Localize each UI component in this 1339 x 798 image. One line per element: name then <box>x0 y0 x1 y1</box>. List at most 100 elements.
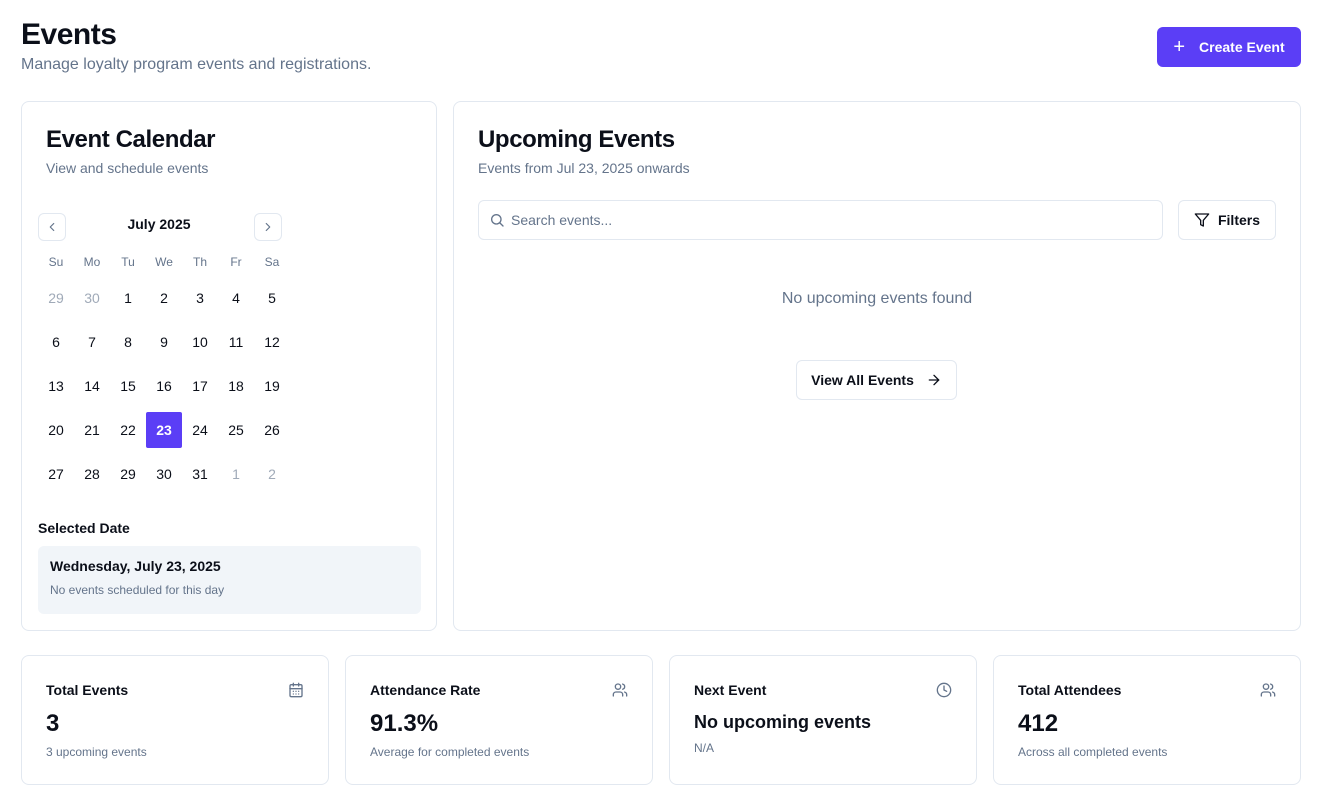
weekday-label: Th <box>192 255 207 269</box>
calendar-day[interactable]: 25 <box>218 412 254 448</box>
stat-label: Attendance Rate <box>370 682 481 698</box>
view-all-label: View All Events <box>811 372 914 388</box>
stat-note: Average for completed events <box>370 745 530 759</box>
calendar-day[interactable]: 16 <box>146 368 182 404</box>
calendar-day[interactable]: 3 <box>182 280 218 316</box>
calendar-day-selected[interactable]: 23 <box>146 412 182 448</box>
calendar-icon <box>288 682 304 703</box>
weekday-header-row: Su Mo Tu We Th Fr Sa <box>38 252 290 272</box>
empty-state-text: No upcoming events found <box>781 290 973 307</box>
calendar-day[interactable]: 30 <box>146 456 182 492</box>
page-subtitle: Manage loyalty program events and regist… <box>21 56 372 73</box>
calendar-grid: Su Mo Tu We Th Fr Sa 29 30 1 2 3 4 5 6 7 8 9 10 11 12 13 14 15… <box>38 252 290 492</box>
search-input[interactable] <box>511 212 1162 228</box>
view-all-events-button[interactable]: View All Events <box>796 360 957 400</box>
calendar-day[interactable]: 14 <box>74 368 110 404</box>
filters-label: Filters <box>1217 212 1260 228</box>
chevron-right-icon <box>265 222 271 232</box>
weekday-label: Mo <box>83 255 101 269</box>
calendar-subtitle: View and schedule events <box>46 160 209 176</box>
selected-date-panel: Wednesday, July 23, 2025 No events sched… <box>38 546 421 614</box>
clock-icon <box>936 682 952 703</box>
calendar-week-row: 29 30 1 2 3 4 5 <box>38 280 290 316</box>
stat-label: Next Event <box>694 682 767 698</box>
stat-value: 3 <box>46 710 60 737</box>
stat-label: Total Attendees <box>1018 682 1122 698</box>
stat-note: 3 upcoming events <box>46 745 147 759</box>
stat-note: N/A <box>694 741 715 755</box>
calendar-day[interactable]: 13 <box>38 368 74 404</box>
stat-note: Across all completed events <box>1018 745 1168 759</box>
calendar-title: Event Calendar <box>46 126 216 153</box>
calendar-day[interactable]: 29 <box>38 280 74 316</box>
stat-value: No upcoming events <box>694 712 872 732</box>
upcoming-title: Upcoming Events <box>478 126 675 153</box>
calendar-day[interactable]: 17 <box>182 368 218 404</box>
selected-date-value: Wednesday, July 23, 2025 <box>50 558 221 574</box>
search-box <box>478 200 1163 240</box>
page-title: Events <box>21 18 117 51</box>
calendar-day[interactable]: 29 <box>110 456 146 492</box>
prev-month-button[interactable] <box>38 213 66 241</box>
calendar-day[interactable]: 12 <box>254 324 290 360</box>
calendar-day[interactable]: 1 <box>110 280 146 316</box>
calendar-week-row: 6 7 8 9 10 11 12 <box>38 324 290 360</box>
create-event-label: Create Event <box>1199 39 1285 55</box>
selected-date-label: Selected Date <box>38 520 130 536</box>
calendar-day[interactable]: 19 <box>254 368 290 404</box>
selected-date-note: No events scheduled for this day <box>50 583 225 597</box>
calendar-day[interactable]: 7 <box>74 324 110 360</box>
calendar-day[interactable]: 30 <box>74 280 110 316</box>
calendar-day[interactable]: 1 <box>218 456 254 492</box>
arrow-right-icon <box>928 374 940 386</box>
weekday-label: Sa <box>264 255 280 269</box>
upcoming-subtitle: Events from Jul 23, 2025 onwards <box>478 160 690 176</box>
calendar-day[interactable]: 15 <box>110 368 146 404</box>
calendar-day[interactable]: 6 <box>38 324 74 360</box>
calendar-day[interactable]: 22 <box>110 412 146 448</box>
event-calendar-card: Event Calendar View and schedule events … <box>21 101 437 631</box>
stat-card-attendance-rate: Attendance Rate 91.3% Average for comple… <box>345 655 653 785</box>
stat-card-total-attendees: Total Attendees 412 Across all completed… <box>993 655 1301 785</box>
stat-value: 91.3% <box>370 710 439 737</box>
calendar-day[interactable]: 9 <box>146 324 182 360</box>
calendar-day[interactable]: 8 <box>110 324 146 360</box>
stat-label: Total Events <box>46 682 129 698</box>
calendar-week-row: 13 14 15 16 17 18 19 <box>38 368 290 404</box>
stat-card-total-events: Total Events 3 3 upcoming events <box>21 655 329 785</box>
calendar-day[interactable]: 27 <box>38 456 74 492</box>
calendar-day[interactable]: 2 <box>254 456 290 492</box>
calendar-day[interactable]: 31 <box>182 456 218 492</box>
calendar-day[interactable]: 5 <box>254 280 290 316</box>
weekday-label: We <box>155 255 173 269</box>
calendar-day[interactable]: 28 <box>74 456 110 492</box>
weekday-label: Su <box>48 255 64 269</box>
filter-icon <box>1194 213 1210 227</box>
users-icon <box>1260 682 1276 703</box>
stat-card-next-event: Next Event No upcoming events N/A <box>669 655 977 785</box>
search-icon <box>491 214 504 227</box>
calendar-day[interactable]: 20 <box>38 412 74 448</box>
filters-button[interactable]: Filters <box>1178 200 1276 240</box>
users-icon <box>612 682 628 703</box>
calendar-day[interactable]: 2 <box>146 280 182 316</box>
plus-icon: + <box>1173 36 1186 58</box>
calendar-day[interactable]: 24 <box>182 412 218 448</box>
calendar-month-label: July 2025 <box>127 216 191 232</box>
calendar-day[interactable]: 10 <box>182 324 218 360</box>
calendar-day[interactable]: 4 <box>218 280 254 316</box>
calendar-week-row: 20 21 22 23 24 25 26 <box>38 412 290 448</box>
stat-value: 412 <box>1018 710 1059 737</box>
weekday-label: Fr <box>230 255 242 269</box>
page-header: Events Manage loyalty program events and… <box>21 18 371 74</box>
weekday-label: Tu <box>121 255 135 269</box>
calendar-day[interactable]: 21 <box>74 412 110 448</box>
chevron-left-icon <box>49 222 55 232</box>
upcoming-events-card: Upcoming Events Events from Jul 23, 2025… <box>453 101 1301 631</box>
calendar-day[interactable]: 26 <box>254 412 290 448</box>
calendar-day[interactable]: 18 <box>218 368 254 404</box>
create-event-button[interactable]: + Create Event <box>1157 27 1301 67</box>
calendar-week-row: 27 28 29 30 31 1 2 <box>38 456 290 492</box>
calendar-day[interactable]: 11 <box>218 324 254 360</box>
next-month-button[interactable] <box>254 213 282 241</box>
